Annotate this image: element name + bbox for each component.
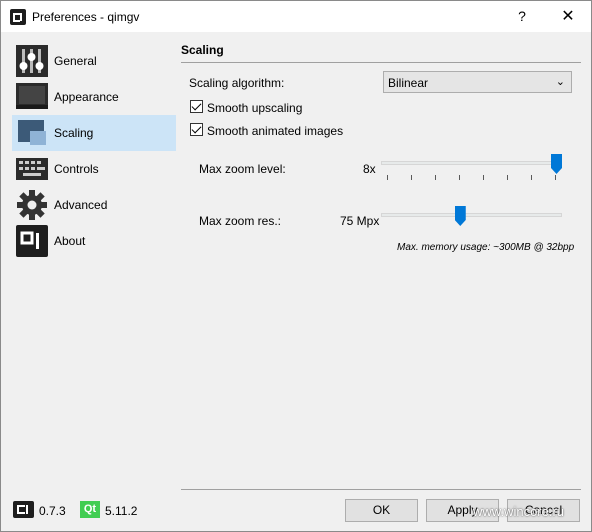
monitor-icon	[16, 83, 48, 109]
qt-version: 5.11.2	[105, 504, 138, 518]
sidebar-item-general[interactable]: General	[12, 43, 176, 79]
scaling-icon	[18, 120, 46, 145]
slider-tick	[555, 175, 556, 180]
scaling-algorithm-label: Scaling algorithm:	[189, 76, 285, 90]
sidebar-item-appearance[interactable]: Appearance	[12, 79, 176, 115]
scaling-algorithm-value: Bilinear	[388, 76, 429, 90]
sidebar-item-label: Scaling	[54, 126, 94, 140]
smooth-animated-checkbox[interactable]	[190, 123, 203, 136]
sidebar-item-label: Controls	[54, 162, 99, 176]
slider-tick	[531, 175, 532, 180]
settings-sidebar: General Appearance Scaling Controls Adva…	[12, 43, 176, 259]
qimgv-logo-icon	[13, 501, 34, 518]
smooth-upscaling-label: Smooth upscaling	[207, 101, 303, 115]
max-zoom-res-value: 75 Mpx	[340, 214, 380, 228]
slider-tick	[411, 175, 412, 180]
smooth-upscaling-checkbox[interactable]	[190, 100, 203, 113]
memory-usage-note: Max. memory usage: ~300MB @ 32bpp	[397, 242, 575, 253]
close-button[interactable]: ✕	[545, 1, 591, 32]
help-button[interactable]: ?	[499, 1, 545, 32]
watermark: www.wincore.ru	[473, 504, 565, 519]
sidebar-item-label: Advanced	[54, 198, 108, 212]
sidebar-item-about[interactable]: About	[12, 223, 176, 259]
max-zoom-level-value: 8x	[363, 162, 376, 176]
slider-handle[interactable]	[551, 154, 562, 174]
sidebar-item-label: General	[54, 54, 97, 68]
sidebar-item-advanced[interactable]: Advanced	[12, 187, 176, 223]
qimgv-logo-icon	[16, 225, 48, 257]
qt-logo-icon: Qt	[80, 501, 100, 518]
section-title: Scaling	[181, 43, 224, 57]
slider-track	[381, 161, 562, 165]
max-zoom-res-label: Max zoom res.:	[199, 214, 282, 228]
preferences-window: Preferences - qimgv ? ✕ General Appearan	[0, 0, 592, 532]
slider-tick	[387, 175, 388, 180]
sidebar-item-label: Appearance	[54, 90, 119, 104]
scaling-algorithm-select[interactable]: Bilinear ⌄	[383, 71, 572, 93]
slider-tick	[507, 175, 508, 180]
max-zoom-level-label: Max zoom level:	[199, 162, 286, 176]
slider-tick	[483, 175, 484, 180]
smooth-animated-label: Smooth animated images	[207, 124, 344, 138]
app-version: 0.7.3	[39, 504, 66, 518]
chevron-down-icon: ⌄	[555, 76, 565, 88]
sliders-icon	[16, 45, 48, 77]
slider-handle[interactable]	[454, 206, 466, 226]
qimgv-app-icon	[10, 9, 26, 25]
slider-track	[381, 213, 562, 217]
sidebar-item-scaling[interactable]: Scaling	[12, 115, 176, 151]
window-title: Preferences - qimgv	[32, 10, 140, 24]
gear-icon	[17, 190, 47, 220]
title-bar: Preferences - qimgv ? ✕	[1, 1, 591, 32]
section-divider	[181, 62, 581, 63]
ok-button[interactable]: OK	[345, 499, 418, 522]
bottom-divider	[181, 489, 581, 490]
slider-tick	[459, 175, 460, 180]
slider-tick	[435, 175, 436, 180]
keyboard-icon	[16, 158, 48, 180]
sidebar-item-controls[interactable]: Controls	[12, 151, 176, 187]
sidebar-item-label: About	[54, 234, 86, 248]
